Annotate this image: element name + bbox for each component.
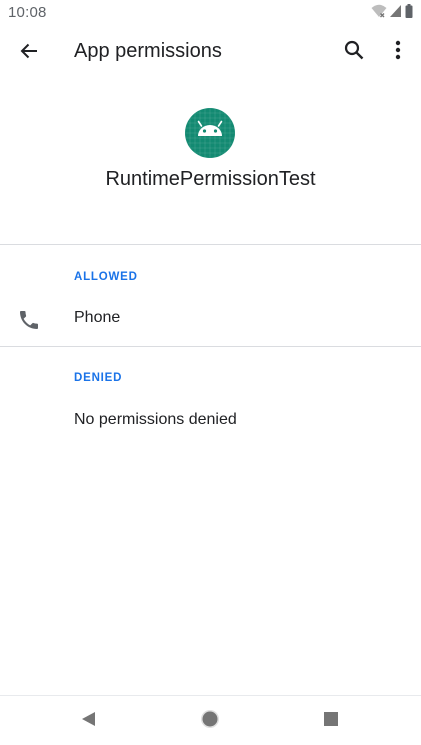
- back-button[interactable]: [9, 33, 49, 73]
- nav-recents-icon: [323, 711, 339, 732]
- header-divider: [0, 244, 421, 245]
- search-button[interactable]: [334, 32, 374, 72]
- signal-icon: [390, 4, 402, 23]
- navigation-bar: [0, 696, 421, 745]
- more-vert-icon: [395, 40, 401, 65]
- app-name: RuntimePermissionTest: [105, 168, 316, 190]
- no-permissions-denied-text: No permissions denied: [74, 411, 237, 428]
- status-time: 10:08: [8, 4, 47, 21]
- status-icons: [371, 3, 413, 23]
- more-options-button[interactable]: [378, 32, 418, 72]
- nav-recents-button[interactable]: [316, 706, 346, 736]
- app-permissions-screen: 10:08 App permissions RuntimePermissionT…: [0, 0, 421, 745]
- app-bar: App permissions: [0, 26, 421, 82]
- status-bar: 10:08: [0, 0, 421, 26]
- back-arrow-icon: [19, 41, 39, 66]
- permission-label: Phone: [74, 309, 121, 326]
- permission-row-phone[interactable]: Phone: [0, 294, 421, 346]
- denied-section-header: DENIED: [74, 372, 123, 384]
- page-title: App permissions: [74, 40, 222, 62]
- phone-icon: [17, 308, 41, 332]
- battery-icon: [405, 3, 413, 23]
- section-divider: [0, 346, 421, 347]
- nav-home-button[interactable]: [195, 706, 225, 736]
- nav-home-icon: [200, 709, 220, 734]
- nav-back-icon: [81, 711, 97, 732]
- android-app-icon: [185, 108, 235, 158]
- search-icon: [344, 40, 364, 65]
- nav-back-button[interactable]: [74, 706, 104, 736]
- allowed-section-header: ALLOWED: [74, 271, 138, 283]
- wifi-icon: [371, 4, 387, 23]
